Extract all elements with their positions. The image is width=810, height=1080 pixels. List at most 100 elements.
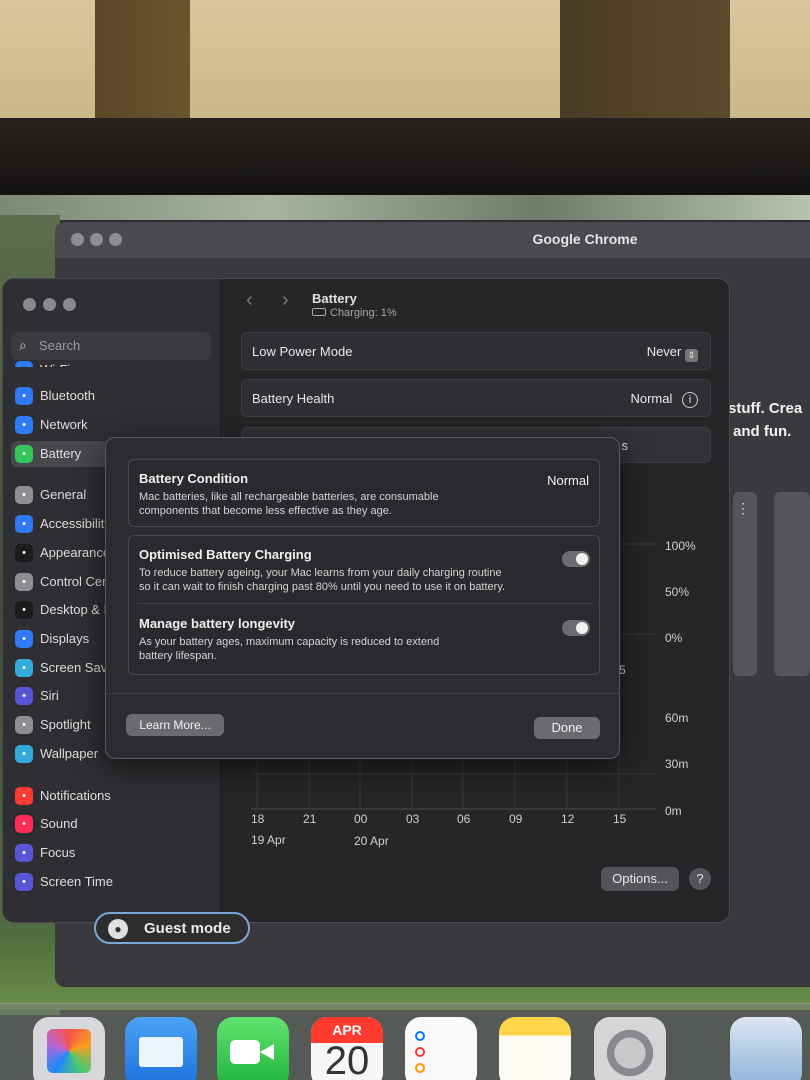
bluetooth-icon: • (15, 387, 33, 405)
optimised-charging-toggle[interactable] (562, 551, 590, 567)
sidebar-item-label: Screen Saver (40, 660, 110, 675)
sidebar-item-screen-time[interactable]: • Screen Time (11, 869, 216, 895)
network-icon: • (15, 416, 33, 434)
sidebar-item-label: General (40, 487, 87, 502)
dock-divider (703, 1020, 705, 1080)
wifi-icon: • (15, 361, 33, 367)
card-description: components that become less effective as… (139, 505, 392, 517)
date-label: 20 Apr (354, 834, 389, 848)
sidebar-item-label: Desktop & Dock (40, 602, 110, 617)
page-card[interactable] (774, 492, 810, 676)
sidebar-item-sound[interactable]: • Sound (11, 811, 216, 837)
sidebar-item-label: Displays (40, 631, 90, 646)
sidebar-item-bluetooth[interactable]: • Bluetooth (11, 383, 216, 409)
minimize-button[interactable] (90, 233, 103, 246)
card-description: so it can wait to finish charging past 8… (139, 581, 506, 593)
battery-icon (312, 308, 326, 316)
page-text: stuff. Crea (728, 400, 803, 417)
reminders-icon[interactable] (405, 1017, 477, 1080)
sidebar-item-label: Focus (40, 845, 76, 860)
mail-icon[interactable] (125, 1017, 197, 1080)
forward-icon[interactable]: › (282, 289, 289, 312)
wood-panel (95, 0, 190, 120)
battery-health-value: Normal i (630, 391, 698, 408)
x-axis-tick-label: 03 (406, 812, 420, 826)
notes-icon[interactable] (499, 1017, 571, 1080)
card-description: As your battery ages, maximum capacity i… (139, 636, 440, 648)
battery-health-row[interactable]: Battery Health Normal i (241, 379, 711, 417)
search-input[interactable]: ⌕ Search (11, 332, 211, 360)
options-button[interactable]: Options... (601, 867, 679, 891)
card-description: To reduce battery ageing, your Mac learn… (139, 567, 502, 579)
desktop-wallpaper (0, 195, 810, 220)
sidebar-item-wi-fi[interactable]: • Wi-Fi (11, 357, 216, 367)
low-power-mode-select[interactable]: Never ⇕ (647, 344, 698, 362)
system-settings-icon[interactable] (594, 1017, 666, 1080)
back-icon[interactable]: ‹ (246, 289, 253, 312)
sidebar-item-label: Network (40, 417, 88, 432)
divider (137, 603, 593, 604)
x-axis-tick-label: 09 (509, 812, 523, 826)
x-axis-tick-label: 00 (354, 812, 368, 826)
wood-panel (560, 0, 730, 120)
page-title: Battery (312, 291, 357, 306)
monitor-bezel (0, 118, 810, 198)
preview-icon[interactable] (730, 1017, 802, 1080)
battery-condition-card: Battery Condition Normal Mac batteries, … (128, 459, 600, 527)
card-title: Optimised Battery Charging (139, 547, 312, 562)
card-title: Manage battery longevity (139, 616, 296, 631)
low-power-mode-row[interactable]: Low Power Mode Never ⇕ (241, 332, 711, 370)
x-axis-tick-label: 18 (251, 812, 265, 826)
sidebar-item-label: Appearance (40, 545, 110, 560)
card-description: battery lifespan. (139, 650, 217, 662)
person-icon: ● (108, 919, 128, 939)
more-icon[interactable]: ⋮ (736, 500, 750, 517)
row-label: Low Power Mode (252, 344, 353, 359)
charging-settings-card: Optimised Battery Charging To reduce bat… (128, 535, 600, 675)
date-label: 19 Apr (251, 833, 286, 847)
y-axis-tick-label: 30m (665, 757, 689, 771)
minimize-button[interactable] (43, 298, 56, 311)
sidebar-item-label: Control Centre (40, 574, 110, 589)
page-card[interactable] (733, 492, 757, 676)
y-axis-tick-label: 100% (665, 539, 696, 553)
learn-more-button[interactable]: Learn More... (126, 714, 224, 736)
y-axis-tick-label: 60m (665, 711, 689, 725)
sidebar-item-label: Screen Time (40, 874, 113, 889)
info-icon[interactable]: i (682, 392, 698, 408)
battery-condition-value: Normal (547, 473, 589, 488)
focus-icon: • (15, 844, 33, 862)
y-axis-tick-label: 0m (665, 804, 682, 818)
launchpad-icon[interactable] (33, 1017, 105, 1080)
calendar-icon[interactable]: APR 20 (311, 1017, 383, 1080)
facetime-icon[interactable] (217, 1017, 289, 1080)
x-axis-tick-label: 12 (561, 812, 575, 826)
sidebar-item-label: Notifications (40, 788, 111, 803)
sidebar-item-label: Sound (40, 816, 78, 831)
sidebar-item-label: Spotlight (40, 717, 91, 732)
close-button[interactable] (23, 298, 36, 311)
sidebar-item-network[interactable]: • Network (11, 412, 216, 438)
sound-icon: • (15, 815, 33, 833)
sidebar-item-label: Siri (40, 688, 59, 703)
battery-icon: • (15, 445, 33, 463)
guest-mode-button[interactable]: ● Guest mode (94, 912, 250, 944)
zoom-button[interactable] (63, 298, 76, 311)
main-header: ‹ › Battery Charging: 1% (222, 279, 729, 329)
help-button[interactable]: ? (689, 868, 711, 890)
accessibility-icon: • (15, 515, 33, 533)
card-description: Mac batteries, like all rechargeable bat… (139, 491, 439, 503)
zoom-button[interactable] (109, 233, 122, 246)
sidebar-item-label: Bluetooth (40, 388, 95, 403)
page-text: and fun. (733, 423, 792, 440)
calendar-day: 20 (324, 1039, 370, 1080)
desktop-icon: • (15, 601, 33, 619)
y-axis-tick-label: 0% (665, 631, 683, 645)
done-button[interactable]: Done (534, 717, 600, 739)
sidebar-item-focus[interactable]: • Focus (11, 840, 216, 866)
charging-status: Charging: 1% (312, 307, 397, 319)
battery-longevity-toggle[interactable] (562, 620, 590, 636)
siri-icon: • (15, 687, 33, 705)
sidebar-item-notifications[interactable]: • Notifications (11, 783, 216, 809)
close-button[interactable] (71, 233, 84, 246)
